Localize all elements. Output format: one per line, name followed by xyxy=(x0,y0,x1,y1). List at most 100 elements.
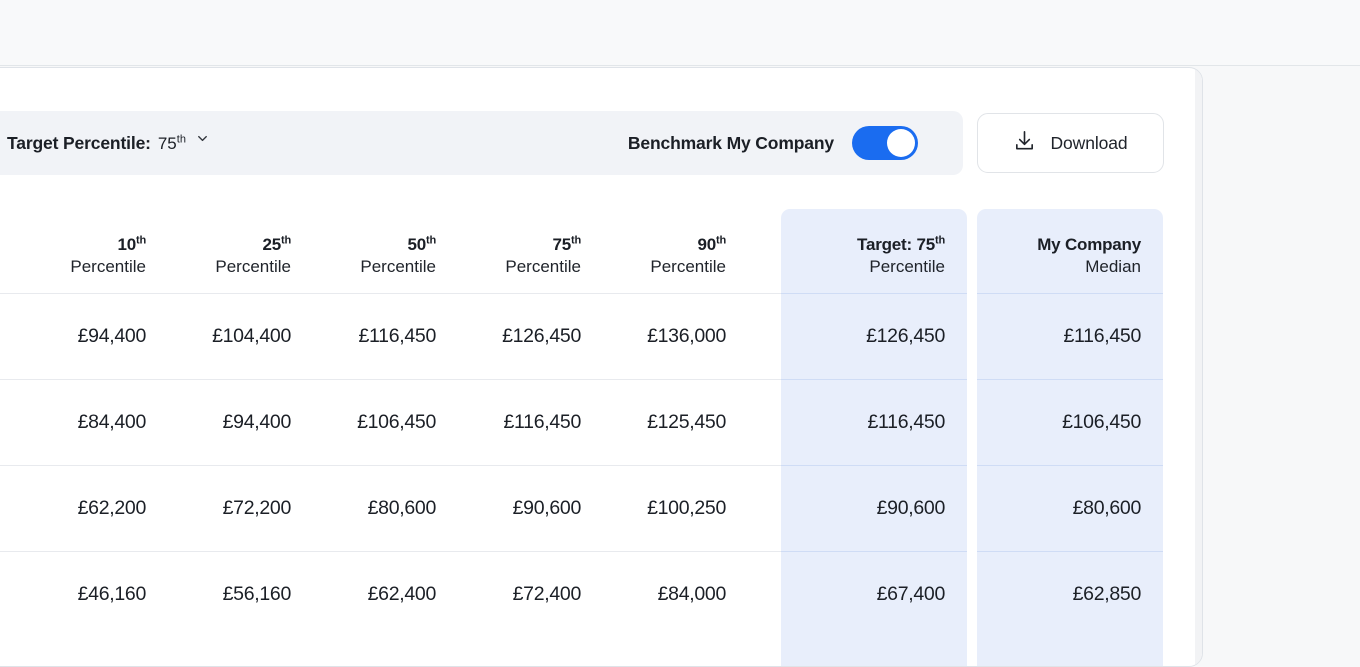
row-divider-my-company xyxy=(977,551,1163,552)
cell-p75: £116,450 xyxy=(456,379,601,465)
cell-value: £126,450 xyxy=(502,325,581,348)
column-header-p25[interactable]: 25th Percentile xyxy=(166,201,311,293)
column-header-p90-number: 90 xyxy=(698,235,717,254)
cell-value: £46,160 xyxy=(78,583,146,606)
cell-my-company: £116,450 xyxy=(977,293,1163,379)
cell-my-company: £62,850 xyxy=(977,551,1163,637)
column-header-target-ordinal: th xyxy=(935,234,945,246)
cell-target: £116,450 xyxy=(781,379,967,465)
cell-p75: £126,450 xyxy=(456,293,601,379)
benchmark-card: Target Percentile: 75th Benchmark My Com… xyxy=(0,67,1203,667)
target-percentile-number: 75 xyxy=(158,134,177,153)
column-header-target-sub: Percentile xyxy=(869,255,945,279)
row-divider-target xyxy=(781,465,967,466)
row-divider xyxy=(0,293,781,294)
cell-value: £94,400 xyxy=(223,411,291,434)
cell-p90: £125,450 xyxy=(601,379,746,465)
cell-value: £67,400 xyxy=(877,583,945,606)
benchmark-table: 10th Percentile 25th Percentile 50th Per… xyxy=(0,201,1203,667)
target-percentile-dropdown[interactable]: Target Percentile: 75th xyxy=(0,133,210,154)
row-divider-target xyxy=(781,379,967,380)
column-header-target[interactable]: Target: 75th Percentile xyxy=(781,201,967,293)
benchmark-my-company-label: Benchmark My Company xyxy=(628,133,834,154)
cell-value: £125,450 xyxy=(647,411,726,434)
column-header-target-text: Target: 75 xyxy=(857,235,935,254)
column-header-p75-number: 75 xyxy=(553,235,572,254)
table-header-row: 10th Percentile 25th Percentile 50th Per… xyxy=(0,201,1203,293)
target-percentile-ordinal: th xyxy=(177,133,186,145)
table-row[interactable]: £84,400 £94,400 £106,450 £116,450 £125,4… xyxy=(0,379,1203,465)
cell-value: £62,850 xyxy=(1073,583,1141,606)
cell-value: £136,000 xyxy=(647,325,726,348)
download-icon xyxy=(1013,129,1036,157)
cell-value: £84,000 xyxy=(658,583,726,606)
cell-value: £116,450 xyxy=(359,325,437,348)
column-header-p50[interactable]: 50th Percentile xyxy=(311,201,456,293)
table-toolbar: Target Percentile: 75th Benchmark My Com… xyxy=(0,111,963,175)
cell-target: £126,450 xyxy=(781,293,967,379)
benchmark-my-company-toggle[interactable] xyxy=(852,126,918,160)
benchmark-my-company-group: Benchmark My Company xyxy=(628,126,918,160)
cell-value: £62,200 xyxy=(78,497,146,520)
target-percentile-label: Target Percentile: xyxy=(7,133,151,154)
vertical-scrollbar[interactable] xyxy=(1195,68,1202,667)
cell-value: £100,250 xyxy=(647,497,726,520)
chevron-down-icon[interactable] xyxy=(195,131,210,146)
column-header-p50-ordinal: th xyxy=(426,234,436,246)
column-header-p75[interactable]: 75th Percentile xyxy=(456,201,601,293)
cell-p50: £80,600 xyxy=(311,465,456,551)
table-row[interactable]: £94,400 £104,400 £116,450 £126,450 £136,… xyxy=(0,293,1203,379)
cell-value: £104,400 xyxy=(212,325,291,348)
cell-p10: £84,400 xyxy=(0,379,166,465)
row-divider-target xyxy=(781,293,967,294)
cell-p25: £104,400 xyxy=(166,293,311,379)
download-button-label: Download xyxy=(1050,133,1127,154)
cell-p90: £100,250 xyxy=(601,465,746,551)
cell-p25: £72,200 xyxy=(166,465,311,551)
page-top-band xyxy=(0,0,1360,66)
table-row[interactable]: £62,200 £72,200 £80,600 £90,600 £100,250… xyxy=(0,465,1203,551)
column-header-p10[interactable]: 10th Percentile xyxy=(0,201,166,293)
cell-value: £106,450 xyxy=(357,411,436,434)
column-header-p25-sub: Percentile xyxy=(215,255,291,279)
column-header-p25-ordinal: th xyxy=(281,234,291,246)
column-header-p90-sub: Percentile xyxy=(650,255,726,279)
cell-value: £116,450 xyxy=(504,411,582,434)
row-divider xyxy=(0,379,781,380)
column-header-p90[interactable]: 90th Percentile xyxy=(601,201,746,293)
cell-value: £126,450 xyxy=(866,325,945,348)
cell-value: £90,600 xyxy=(513,497,581,520)
cell-p25: £56,160 xyxy=(166,551,311,637)
cell-target: £90,600 xyxy=(781,465,967,551)
column-header-p50-sub: Percentile xyxy=(360,255,436,279)
column-header-p90-ordinal: th xyxy=(716,234,726,246)
cell-p10: £46,160 xyxy=(0,551,166,637)
row-divider-my-company xyxy=(977,379,1163,380)
cell-p25: £94,400 xyxy=(166,379,311,465)
cell-p75: £72,400 xyxy=(456,551,601,637)
cell-value: £90,600 xyxy=(877,497,945,520)
cell-p75: £90,600 xyxy=(456,465,601,551)
cell-value: £116,450 xyxy=(1064,325,1142,348)
row-divider-my-company xyxy=(977,465,1163,466)
cell-p50: £106,450 xyxy=(311,379,456,465)
cell-value: £94,400 xyxy=(78,325,146,348)
cell-my-company: £80,600 xyxy=(977,465,1163,551)
cell-p10: £94,400 xyxy=(0,293,166,379)
row-divider xyxy=(0,551,781,552)
table-row[interactable]: £46,160 £56,160 £62,400 £72,400 £84,000 … xyxy=(0,551,1203,637)
cell-value: £106,450 xyxy=(1062,411,1141,434)
column-header-p75-sub: Percentile xyxy=(505,255,581,279)
column-header-p10-sub: Percentile xyxy=(70,255,146,279)
column-header-p10-ordinal: th xyxy=(136,234,146,246)
cell-target: £67,400 xyxy=(781,551,967,637)
column-header-my-company[interactable]: My Company Median xyxy=(977,201,1163,293)
cell-my-company: £106,450 xyxy=(977,379,1163,465)
download-button[interactable]: Download xyxy=(977,113,1164,173)
row-divider-my-company xyxy=(977,293,1163,294)
cell-value: £84,400 xyxy=(78,411,146,434)
column-header-p10-number: 10 xyxy=(118,235,137,254)
column-header-my-company-text: My Company xyxy=(1037,235,1141,254)
column-header-my-company-sub: Median xyxy=(1085,255,1141,279)
cell-value: £116,450 xyxy=(868,411,946,434)
